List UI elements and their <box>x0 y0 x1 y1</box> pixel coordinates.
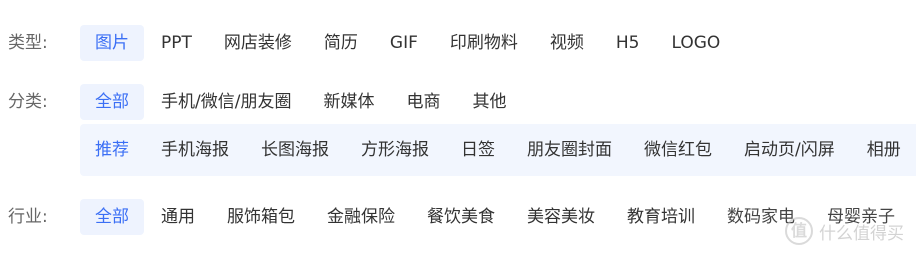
subcategory-option-album[interactable]: 相册 <box>852 132 916 168</box>
industry-option-general[interactable]: 通用 <box>146 199 210 235</box>
industry-option-finance-insurance[interactable]: 金融保险 <box>312 199 410 235</box>
type-option-ppt[interactable]: PPT <box>146 25 207 61</box>
industry-option-beauty-makeup[interactable]: 美容美妆 <box>512 199 610 235</box>
type-option-h5[interactable]: H5 <box>601 25 655 61</box>
industry-option-all[interactable]: 全部 <box>80 199 144 235</box>
industry-option-apparel-bags[interactable]: 服饰箱包 <box>212 199 310 235</box>
industry-filter-row: 行业: 全部 通用 服饰箱包 金融保险 餐饮美食 美容美妆 教育培训 数码家电 … <box>0 199 916 235</box>
category-option-mobile-wechat-moments[interactable]: 手机/微信/朋友圈 <box>146 84 306 120</box>
type-option-shop-decoration[interactable]: 网店装修 <box>209 25 307 61</box>
subcategory-option-wechat-red-packet[interactable]: 微信红包 <box>629 132 727 168</box>
subcategory-option-mobile-poster[interactable]: 手机海报 <box>146 132 244 168</box>
category-filter-label: 分类: <box>8 92 48 112</box>
subcategory-option-recommended[interactable]: 推荐 <box>80 132 144 168</box>
site-watermark: 值 什么值得买 <box>785 217 904 245</box>
industry-filter-label: 行业: <box>8 207 48 227</box>
category-option-new-media[interactable]: 新媒体 <box>308 84 389 120</box>
subcategory-option-moments-cover[interactable]: 朋友圈封面 <box>512 132 627 168</box>
subcategory-panel: 推荐 手机海报 长图海报 方形海报 日签 朋友圈封面 微信红包 启动页/闪屏 相… <box>80 124 916 176</box>
category-filter-options: 全部 手机/微信/朋友圈 新媒体 电商 其他 <box>80 84 523 120</box>
type-option-resume[interactable]: 简历 <box>309 25 373 61</box>
type-option-image[interactable]: 图片 <box>80 25 144 61</box>
subcategory-option-square-poster[interactable]: 方形海报 <box>346 132 444 168</box>
type-filter-row: 类型: 图片 PPT 网店装修 简历 GIF 印刷物料 视频 H5 LOGO <box>0 25 916 61</box>
type-filter-label: 类型: <box>8 33 48 53</box>
industry-option-food-dining[interactable]: 餐饮美食 <box>412 199 510 235</box>
type-filter-options: 图片 PPT 网店装修 简历 GIF 印刷物料 视频 H5 LOGO <box>80 25 737 61</box>
industry-option-education-training[interactable]: 教育培训 <box>612 199 710 235</box>
category-filter-row: 分类: 全部 手机/微信/朋友圈 新媒体 电商 其他 <box>0 84 916 120</box>
subcategory-option-long-poster[interactable]: 长图海报 <box>246 132 344 168</box>
category-option-all[interactable]: 全部 <box>80 84 144 120</box>
subcategory-options: 推荐 手机海报 长图海报 方形海报 日签 朋友圈封面 微信红包 启动页/闪屏 相… <box>80 132 916 168</box>
watermark-logo-icon: 值 <box>785 217 813 245</box>
type-option-logo[interactable]: LOGO <box>656 25 735 61</box>
type-option-gif[interactable]: GIF <box>375 25 433 61</box>
subcategory-option-splash-screen[interactable]: 启动页/闪屏 <box>729 132 850 168</box>
category-option-ecommerce[interactable]: 电商 <box>391 84 455 120</box>
watermark-text: 什么值得买 <box>819 223 904 244</box>
subcategory-option-daily-sign[interactable]: 日签 <box>446 132 510 168</box>
category-option-other[interactable]: 其他 <box>457 84 521 120</box>
type-option-video[interactable]: 视频 <box>535 25 599 61</box>
type-option-print-material[interactable]: 印刷物料 <box>435 25 533 61</box>
